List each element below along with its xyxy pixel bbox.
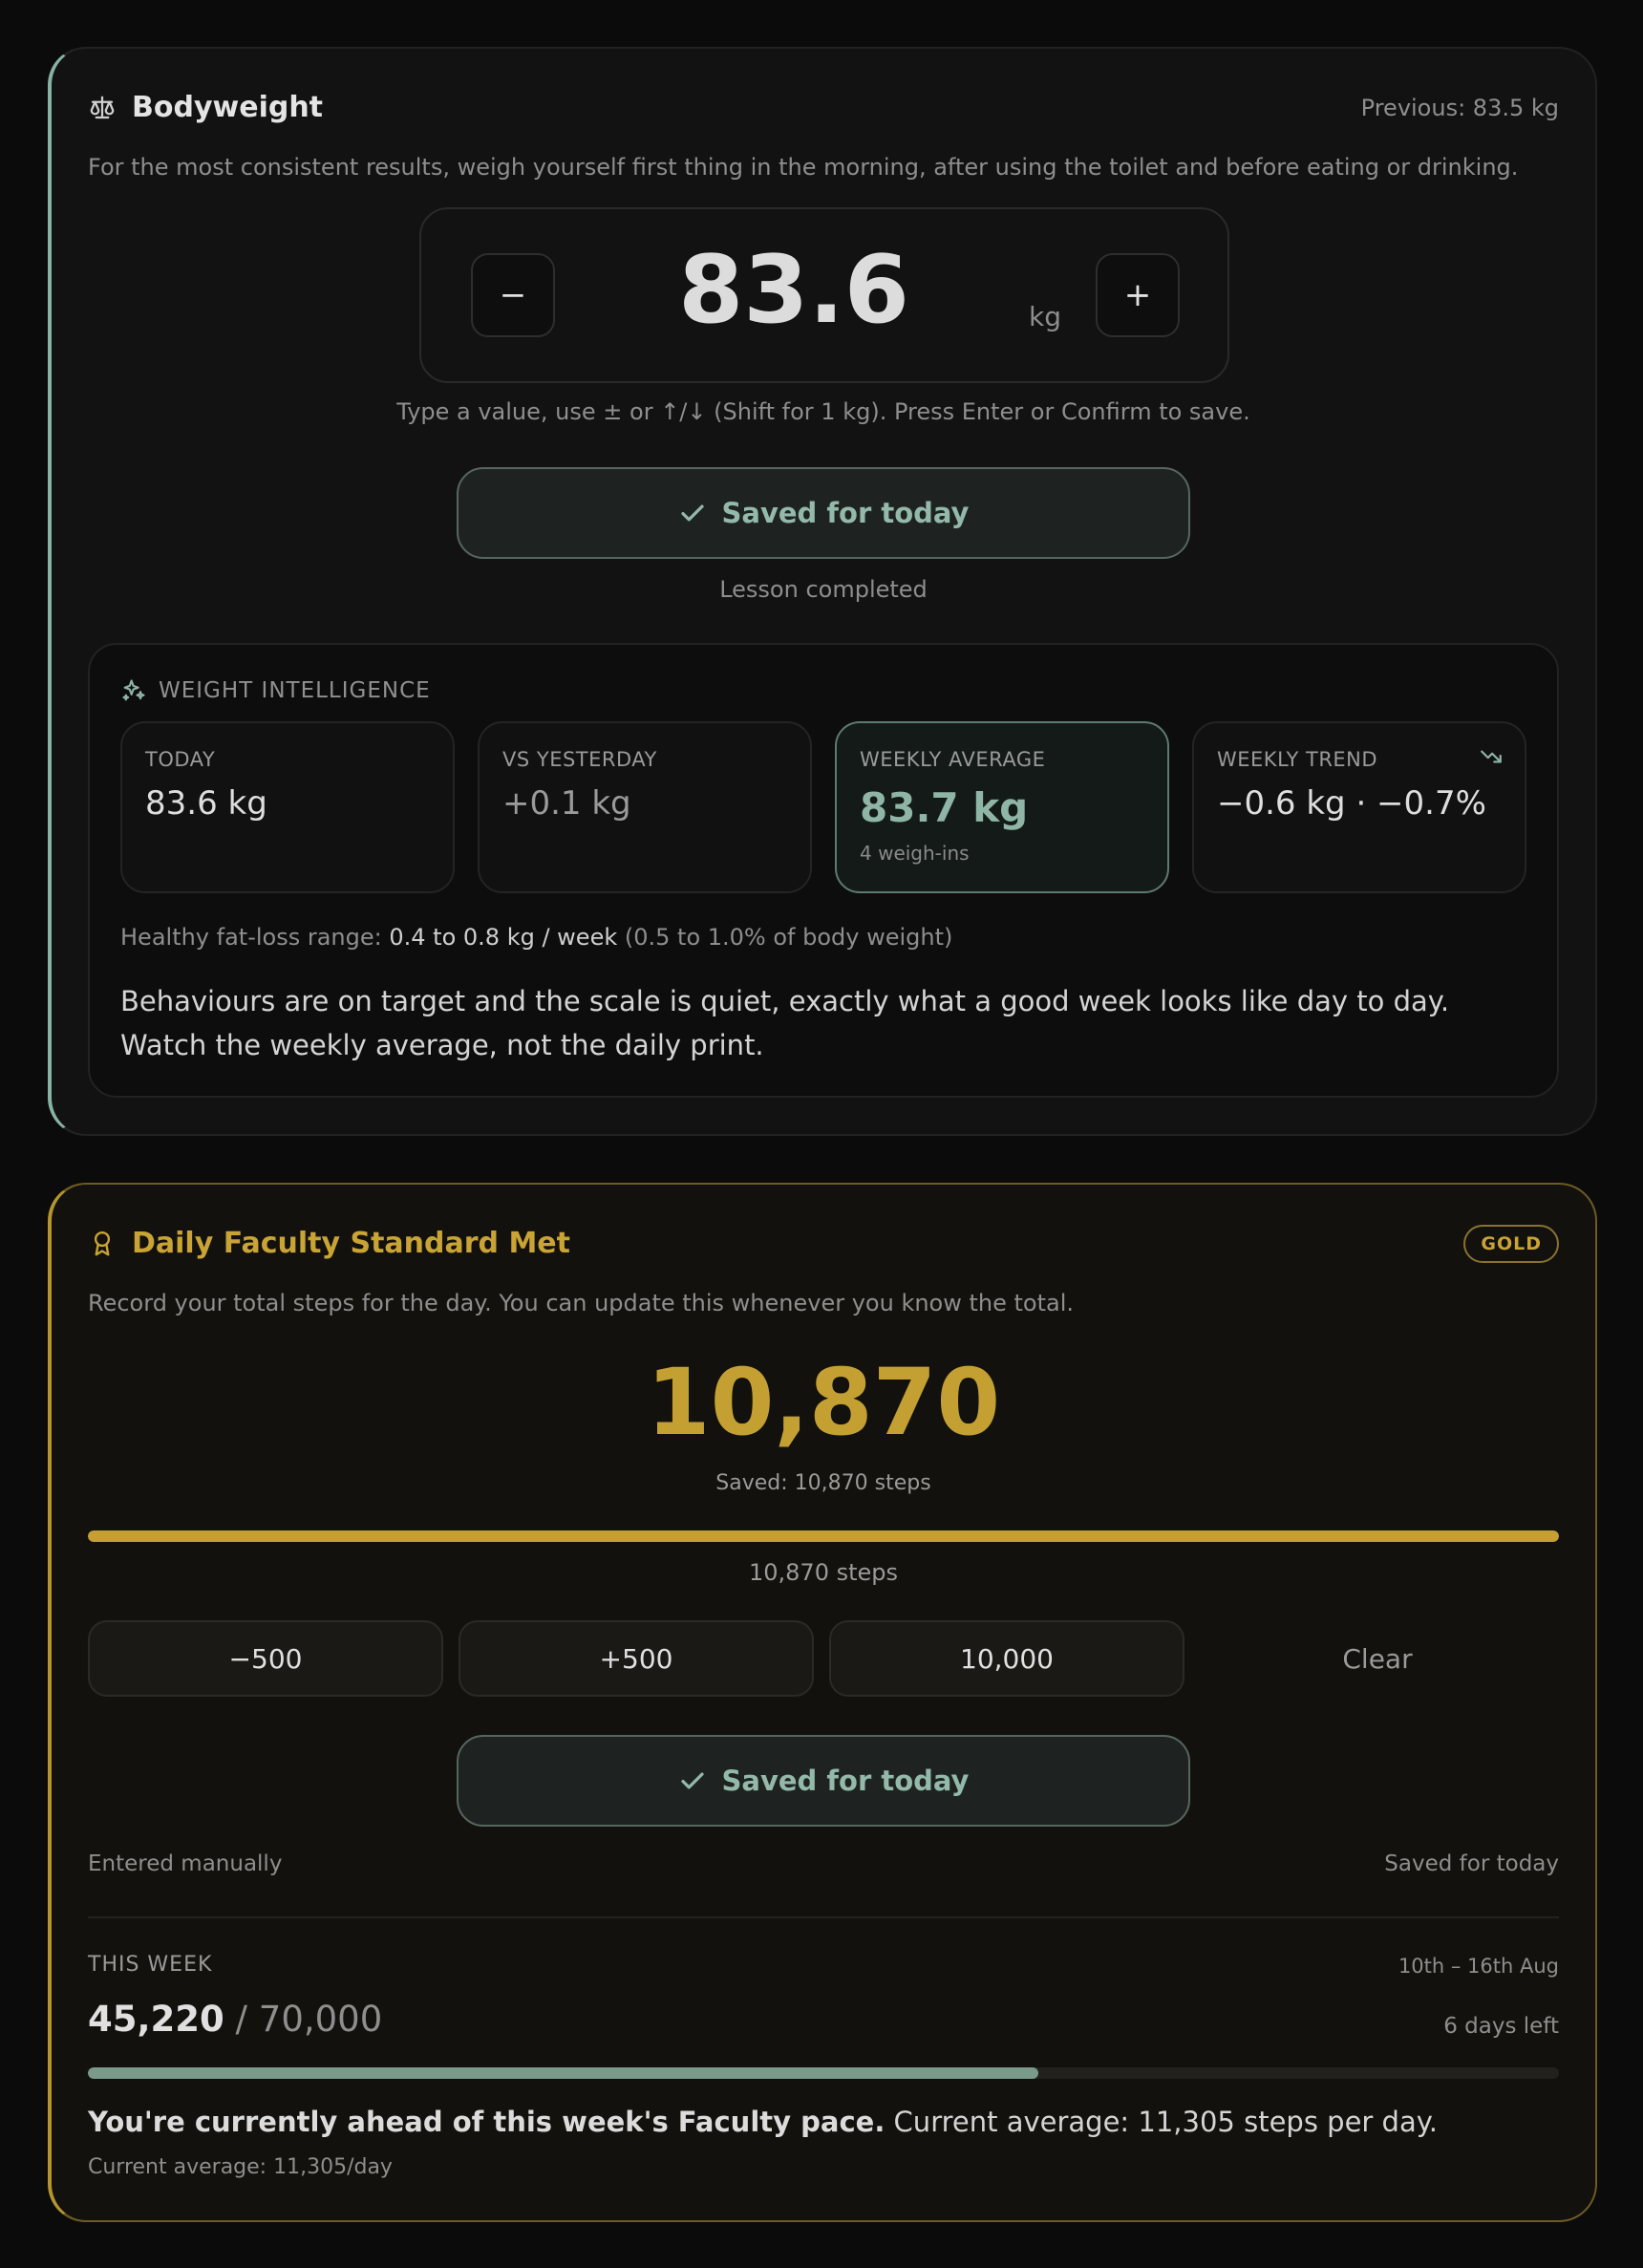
steps-value[interactable]: 10,870	[52, 1349, 1595, 1456]
week-total: 45,220 / 70,000	[88, 1999, 382, 2040]
steps-progress-caption: 10,870 steps	[748, 1559, 899, 1586]
week-total-value: 45,220	[88, 1999, 224, 2040]
steps-description: Record your total steps for the day. You…	[88, 1290, 1075, 1316]
daily-progress-fill	[88, 1530, 1559, 1542]
intelligence-heading: WEIGHT INTELLIGENCE	[159, 678, 431, 703]
pace-bold: You're currently ahead of this week's Fa…	[88, 2106, 886, 2138]
increment-button[interactable]: +	[1096, 253, 1180, 337]
bodyweight-title: Bodyweight	[132, 91, 324, 124]
bodyweight-header: Bodyweight	[88, 91, 323, 124]
gold-badge: GOLD	[1463, 1225, 1559, 1263]
scale-icon	[90, 96, 115, 118]
plus-500-button[interactable]: +500	[459, 1620, 814, 1697]
weight-saved-label: Saved for today	[721, 497, 970, 529]
sparkles-icon	[122, 679, 145, 701]
steps-title: Daily Faculty Standard Met	[132, 1227, 570, 1260]
intelligence-message: Behaviours are on target and the scale i…	[120, 985, 1450, 1061]
stat-label: TODAY	[145, 748, 216, 771]
weekly-progress-fill	[88, 2067, 1038, 2079]
stat-weekly-average: WEEKLY AVERAGE 83.7 kg 4 weigh-ins	[835, 721, 1169, 893]
trending-down-icon	[1481, 750, 1502, 763]
current-average: Current average: 11,305/day	[88, 2155, 393, 2179]
healthy-range: Healthy fat-loss range: 0.4 to 0.8 kg / …	[120, 924, 952, 951]
lesson-status: Lesson completed	[719, 576, 928, 603]
days-left: 6 days left	[1443, 2014, 1559, 2039]
weight-unit: kg	[1029, 301, 1061, 332]
stat-value: 83.6 kg	[145, 784, 267, 823]
pace-rest: Current average: 11,305 steps per day.	[885, 2106, 1438, 2138]
set-10000-button[interactable]: 10,000	[829, 1620, 1184, 1697]
clear-button[interactable]: Clear	[1200, 1620, 1555, 1697]
stat-subtext: 4 weigh-ins	[860, 842, 970, 865]
stat-value: +0.1 kg	[502, 784, 631, 823]
minus-500-button[interactable]: −500	[88, 1620, 443, 1697]
steps-saved-label: Saved for today	[721, 1765, 970, 1797]
steps-card: Daily Faculty Standard Met GOLD Record y…	[48, 1183, 1597, 2222]
weight-hint: Type a value, use ± or ↑/↓ (Shift for 1 …	[396, 398, 1250, 425]
previous-weight: Previous: 83.5 kg	[1360, 95, 1559, 121]
week-label: THIS WEEK	[88, 1953, 213, 1977]
entry-status: Saved for today	[1384, 1851, 1559, 1876]
award-ribbon-icon	[94, 1230, 111, 1255]
intelligence-header: WEIGHT INTELLIGENCE	[120, 677, 431, 704]
entry-source: Entered manually	[88, 1851, 283, 1876]
pace-message: You're currently ahead of this week's Fa…	[88, 2106, 1438, 2138]
steps-header: Daily Faculty Standard Met	[88, 1227, 570, 1260]
check-icon	[680, 504, 704, 522]
weight-input[interactable]: 83.6	[612, 236, 975, 345]
stat-weekly-trend: WEEKLY TREND −0.6 kg · −0.7%	[1192, 721, 1526, 893]
stat-label: WEEKLY TREND	[1217, 748, 1378, 771]
bodyweight-description: For the most consistent results, weigh y…	[88, 154, 1519, 181]
week-goal: / 70,000	[235, 1999, 383, 2040]
stat-today: TODAY 83.6 kg	[120, 721, 455, 893]
range-value: 0.4 to 0.8 kg / week	[389, 924, 618, 951]
steps-saved-text: Saved: 10,870 steps	[715, 1471, 931, 1495]
stat-value: −0.6 kg · −0.7%	[1217, 784, 1486, 823]
bodyweight-card: Bodyweight Previous: 83.5 kg For the mos…	[48, 47, 1597, 1136]
stat-value: 83.7 kg	[860, 784, 1029, 831]
weekly-progress-bar	[88, 2067, 1559, 2079]
steps-saved-button[interactable]: Saved for today	[457, 1735, 1190, 1827]
range-prefix: Healthy fat-loss range:	[120, 924, 382, 951]
stat-label: WEEKLY AVERAGE	[860, 748, 1046, 771]
range-suffix: (0.5 to 1.0% of body weight)	[624, 924, 953, 951]
weight-stepper: − 83.6 kg +	[419, 207, 1229, 383]
decrement-button[interactable]: −	[471, 253, 555, 337]
daily-progress-bar	[88, 1530, 1559, 1542]
check-icon	[680, 1772, 704, 1789]
stat-label: VS YESTERDAY	[502, 748, 657, 771]
weight-saved-button[interactable]: Saved for today	[457, 467, 1190, 559]
stat-vs-yesterday: VS YESTERDAY +0.1 kg	[478, 721, 812, 893]
weight-intelligence-panel: WEIGHT INTELLIGENCE TODAY 83.6 kg VS YES…	[88, 643, 1559, 1098]
week-dates: 10th – 16th Aug	[1398, 1955, 1559, 1978]
divider	[88, 1916, 1559, 1918]
